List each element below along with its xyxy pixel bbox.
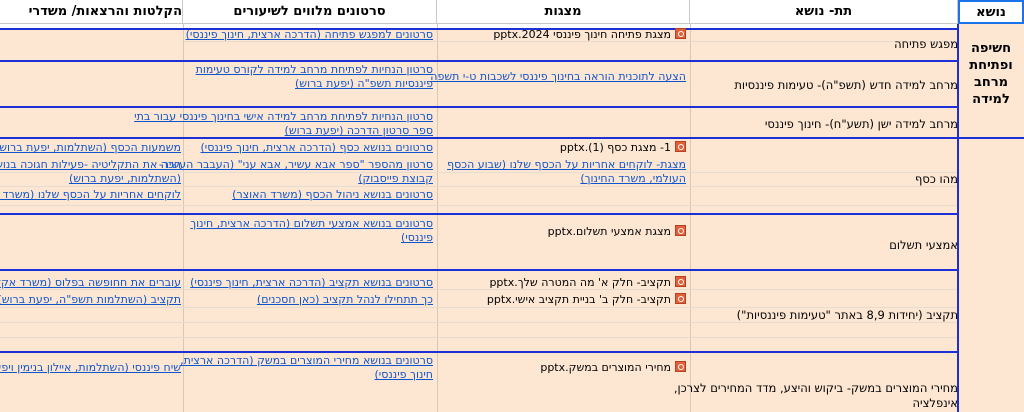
topic-exposure[interactable]: חשיפה ופתיחת מרחב למידה bbox=[962, 40, 1020, 108]
presentation-file[interactable]: תקציב- חלק א' מה המטרה שלך.pptx bbox=[489, 276, 686, 290]
subtopic-budget[interactable]: תקציב (יחידות 8,9 באתר "טעימות פיננסיות"… bbox=[737, 308, 958, 322]
presentation-file[interactable]: מצגת אמצעי תשלום.pptx bbox=[548, 225, 686, 239]
video-link[interactable]: סרטונים למפגש פתיחה (הדרכה ארצית, חינוך … bbox=[186, 28, 433, 42]
pptx-file-icon bbox=[675, 225, 686, 236]
header-recordings[interactable]: הקלטות והרצאות/ משדרי bbox=[0, 0, 183, 24]
presentation-file[interactable]: תקציב- חלק ב' בניית תקציב אישי.pptx bbox=[487, 293, 686, 307]
subtopic-prices-line1[interactable]: מחירי המוצרים במשק- ביקוש והיצע, מדד המח… bbox=[674, 381, 958, 395]
presentation-link[interactable]: מצגת- לוקחים אחריות על הכסף שלנו (שבוע ה… bbox=[447, 158, 686, 172]
video-link[interactable]: סרטון מהספר "ספר אבא עשיר, אבא עני" (העב… bbox=[159, 158, 433, 172]
presentation-file[interactable]: 1- מצגת כסף (1).pptx bbox=[560, 141, 686, 155]
header-subtopic[interactable]: תת- נושא bbox=[690, 0, 958, 24]
header-topic[interactable]: נושא bbox=[958, 0, 1024, 24]
subtopic-opening-meeting[interactable]: מפגש פתיחה bbox=[894, 37, 958, 51]
presentation-link[interactable]: העולמי, משרד החינוך) bbox=[580, 172, 686, 186]
header-presentations[interactable]: מצגות bbox=[437, 0, 690, 24]
subtopic-new-space[interactable]: מרחב למידה חדש (תשפ"ה)- טעימות פיננסיות bbox=[734, 78, 958, 92]
video-link[interactable]: קבוצת פייסבוק) bbox=[358, 172, 433, 186]
pptx-file-icon bbox=[675, 141, 686, 152]
subtopic-payment-methods[interactable]: אמצעי תשלום bbox=[889, 238, 958, 252]
video-link[interactable]: כך תתחילו לנהל תקציב (כאן חסכנים) bbox=[257, 293, 433, 307]
presentation-file[interactable]: מחירי המוצרים במשק.pptx bbox=[540, 361, 686, 375]
video-link[interactable]: סרטונים בנושא ניהול הכסף (משרד האוצר) bbox=[232, 188, 433, 202]
recording-link[interactable]: לוקחים אחריות על הכסף שלנו (משרד אקד bbox=[0, 188, 181, 202]
recording-link[interactable]: משמעות הכסף (השתלמות, יפעת ברוש) bbox=[0, 141, 181, 155]
recording-link[interactable]: שיח פיננסי (השתלמות, איילון בנימין ויפעת bbox=[0, 361, 181, 375]
pptx-file-icon bbox=[675, 28, 686, 39]
video-link[interactable]: פיננסיות תשפ"ה (יפעת ברוש) bbox=[295, 77, 433, 91]
video-link[interactable]: סרטון הנחיות לפתיחת מרחב למידה לקורס טעי… bbox=[196, 63, 433, 77]
spreadsheet[interactable]: נושא תת- נושא מצגות סרטונים מלווים לשיעו… bbox=[0, 0, 1024, 412]
video-link[interactable]: סרטונים בנושא אמצעי תשלום (הדרכה ארצית, … bbox=[190, 217, 433, 231]
presentation-file[interactable]: מצגת פתיחה חינוך פיננסי 2024.pptx bbox=[493, 28, 686, 42]
video-link[interactable]: חינוך פיננסי) bbox=[375, 368, 433, 382]
subtopic-prices-line2[interactable]: אינפלציה bbox=[913, 396, 959, 410]
presentation-link[interactable]: הצעה לתוכנית הוראה בחינוך פיננסי לשכבות … bbox=[430, 70, 686, 84]
recording-link[interactable]: עוברים את חחופשה בפלוס (משרד אקדמיה bbox=[0, 276, 181, 290]
pptx-file-icon bbox=[675, 276, 686, 287]
recording-link[interactable]: הכה את התקליטיה -פעילות חגוכה בנושא: bbox=[0, 158, 181, 172]
recording-link[interactable]: (השתלמות, יפעת ברוש) bbox=[69, 172, 181, 186]
column-divider bbox=[690, 24, 691, 412]
subtopic-old-space[interactable]: מרחב למידה ישן (תשע"ח)- חינוך פיננסי bbox=[765, 117, 958, 131]
subtopic-what-is-money[interactable]: מהו כסף bbox=[915, 172, 958, 186]
video-link[interactable]: סרטונים בנושא כסף (הדרכה ארצית, חינוך פי… bbox=[201, 141, 433, 155]
recording-link[interactable]: תקציב (השתלמות תשפ"ה, יפעת ברוש) bbox=[0, 293, 181, 307]
header-videos[interactable]: סרטונים מלווים לשיעורים bbox=[183, 0, 437, 24]
video-link[interactable]: ספר סרטון הדרכה (יפעת ברוש) bbox=[285, 124, 433, 138]
video-link[interactable]: סרטונים בנושא מחירי המוצרים במשק (הדרכה … bbox=[180, 354, 433, 368]
recordings-column: משמעות הכסף (השתלמות, יפעת ברוש) הכה את … bbox=[0, 24, 183, 412]
video-link[interactable]: סרטונים בנושא תקציב (הדרכה ארצית, חינוך … bbox=[190, 276, 433, 290]
pptx-file-icon bbox=[675, 293, 686, 304]
video-link[interactable]: פיננסי) bbox=[401, 231, 433, 245]
pptx-file-icon bbox=[675, 361, 686, 372]
